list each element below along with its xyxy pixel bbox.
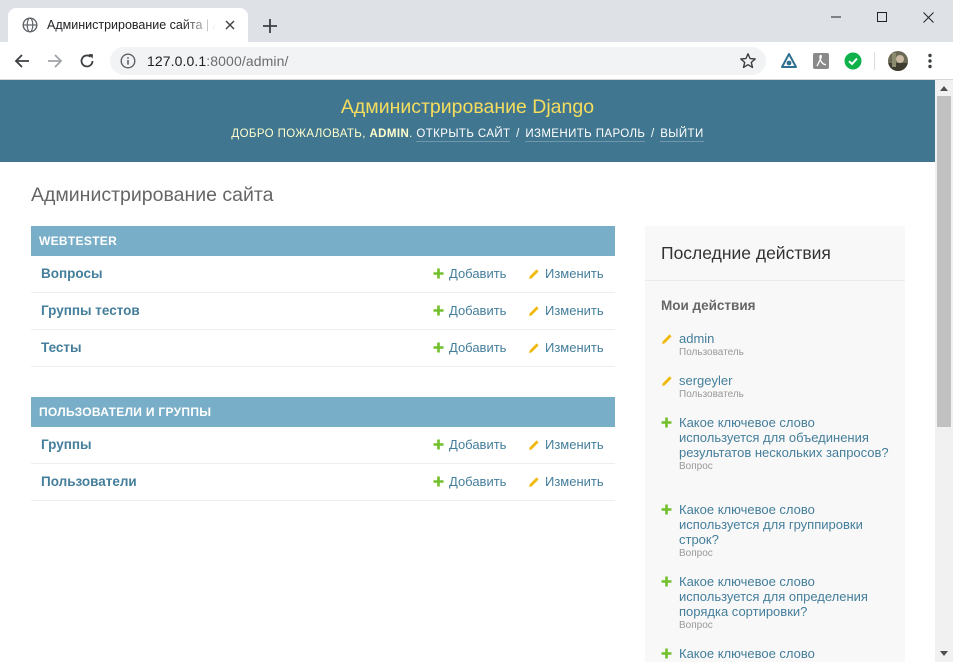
separator: / — [516, 128, 520, 140]
add-link[interactable]: Добавить — [433, 340, 506, 355]
change-password-link[interactable]: Изменить пароль — [525, 128, 646, 142]
plus-icon — [433, 342, 444, 353]
divider — [645, 280, 905, 281]
recent-actions-panel: Последние действия Мои действия admin По… — [645, 226, 905, 662]
scrollbar-thumb[interactable] — [937, 96, 951, 427]
action-link[interactable]: Какое ключевое слово используется для об… — [679, 415, 897, 460]
tab-title: Администрирование сайта | Администрирова… — [47, 18, 216, 32]
close-tab-icon[interactable] — [222, 17, 238, 33]
avatar[interactable] — [888, 51, 908, 71]
forward-button[interactable] — [43, 49, 67, 73]
model-row: Тесты Добавить Изменить — [31, 330, 615, 367]
plus-icon — [433, 476, 444, 487]
change-link[interactable]: Изменить — [528, 303, 604, 318]
pencil-icon — [662, 376, 672, 386]
pencil-icon — [529, 439, 539, 450]
app-caption-link[interactable]: Webtester — [31, 226, 615, 256]
model-link[interactable]: Вопросы — [41, 266, 103, 281]
app-caption-link[interactable]: Пользователи и группы — [31, 397, 615, 427]
plus-icon — [433, 439, 444, 450]
scroll-down-icon[interactable] — [940, 651, 948, 656]
action-link[interactable]: admin — [679, 331, 897, 346]
model-link[interactable]: Пользователи — [41, 474, 137, 489]
view-site-link[interactable]: Открыть сайт — [416, 128, 511, 142]
username: admin — [369, 128, 410, 140]
action-type: Пользователь — [679, 347, 744, 358]
model-link[interactable]: Группы тестов — [41, 303, 140, 318]
model-row: Группы Добавить Изменить — [31, 427, 615, 464]
pencil-icon — [529, 305, 539, 316]
action-item: Какое ключевое слово — [661, 646, 897, 661]
plus-icon — [661, 504, 672, 515]
action-type: Вопрос — [679, 461, 713, 472]
extension-icon[interactable] — [780, 52, 798, 70]
page-scrollbar[interactable] — [935, 80, 953, 662]
change-link[interactable]: Изменить — [528, 474, 604, 489]
pencil-icon — [529, 268, 539, 279]
welcome-text: Добро пожаловать, — [231, 128, 366, 140]
action-link[interactable]: Какое ключевое слово используется для гр… — [679, 502, 897, 547]
change-link[interactable]: Изменить — [528, 437, 604, 452]
action-item: sergeyler Пользователь — [661, 373, 897, 400]
scroll-up-icon[interactable] — [940, 86, 948, 91]
close-window-button[interactable] — [905, 4, 951, 30]
minimize-button[interactable] — [813, 4, 859, 30]
check-icon[interactable] — [844, 52, 862, 70]
add-link[interactable]: Добавить — [433, 303, 506, 318]
app-module-webtester: Webtester Вопросы Добавить Изменить Груп… — [31, 226, 615, 367]
url-text: 127.0.0.1:8000/admin/ — [147, 53, 289, 69]
globe-icon — [22, 17, 38, 33]
add-link[interactable]: Добавить — [433, 437, 506, 452]
action-item: Какое ключевое слово используется для об… — [661, 415, 897, 472]
plus-icon — [433, 268, 444, 279]
action-item: admin Пользователь — [661, 331, 897, 358]
recent-actions-title: Последние действия — [661, 243, 831, 263]
separator: / — [650, 128, 655, 140]
pdf-icon[interactable] — [812, 52, 830, 70]
new-tab-button[interactable] — [258, 14, 282, 38]
app-module-auth: Пользователи и группы Группы Добавить Из… — [31, 397, 615, 501]
back-button[interactable] — [10, 49, 34, 73]
action-link[interactable]: Какое ключевое слово — [679, 646, 897, 661]
my-actions-heading: Мои действия — [661, 298, 756, 313]
action-type: Вопрос — [679, 620, 713, 631]
maximize-button[interactable] — [859, 4, 905, 30]
model-link[interactable]: Тесты — [41, 340, 82, 355]
info-icon[interactable] — [120, 53, 136, 69]
plus-icon — [661, 576, 672, 587]
model-row: Пользователи Добавить Изменить — [31, 464, 615, 501]
browser-toolbar: 127.0.0.1:8000/admin/ — [0, 42, 953, 80]
plus-icon — [433, 305, 444, 316]
logout-link[interactable]: Выйти — [660, 128, 704, 142]
action-type: Вопрос — [679, 548, 713, 559]
menu-icon[interactable] — [922, 52, 938, 70]
action-item: Какое ключевое слово используется для гр… — [661, 502, 897, 559]
add-link[interactable]: Добавить — [433, 474, 506, 489]
reload-button[interactable] — [75, 49, 99, 73]
plus-icon — [661, 417, 672, 428]
address-bar[interactable]: 127.0.0.1:8000/admin/ — [110, 47, 766, 75]
action-link[interactable]: Какое ключевое слово используется для оп… — [679, 574, 897, 619]
browser-tab-strip: Администрирование сайта | Администрирова… — [0, 0, 953, 42]
add-link[interactable]: Добавить — [433, 266, 506, 281]
plus-icon — [661, 648, 672, 659]
pencil-icon — [662, 334, 672, 344]
browser-tab[interactable]: Администрирование сайта | Администрирова… — [8, 8, 248, 42]
site-name[interactable]: Администрирование Django — [0, 96, 935, 119]
action-item: Какое ключевое слово используется для оп… — [661, 574, 897, 631]
model-row: Вопросы Добавить Изменить — [31, 256, 615, 293]
toolbar-divider — [874, 52, 875, 70]
action-link[interactable]: sergeyler — [679, 373, 897, 388]
change-link[interactable]: Изменить — [528, 266, 604, 281]
model-link[interactable]: Группы — [41, 437, 92, 452]
user-tools: Добро пожаловать, admin. Открыть сайт / … — [231, 128, 704, 142]
admin-header: Администрирование Django Добро пожаловат… — [0, 80, 935, 162]
change-link[interactable]: Изменить — [528, 340, 604, 355]
pencil-icon — [529, 476, 539, 487]
page-title: Администрирование сайта — [31, 184, 274, 206]
star-icon[interactable] — [739, 52, 757, 70]
action-type: Пользователь — [679, 389, 744, 400]
model-row: Группы тестов Добавить Изменить — [31, 293, 615, 330]
pencil-icon — [529, 342, 539, 353]
